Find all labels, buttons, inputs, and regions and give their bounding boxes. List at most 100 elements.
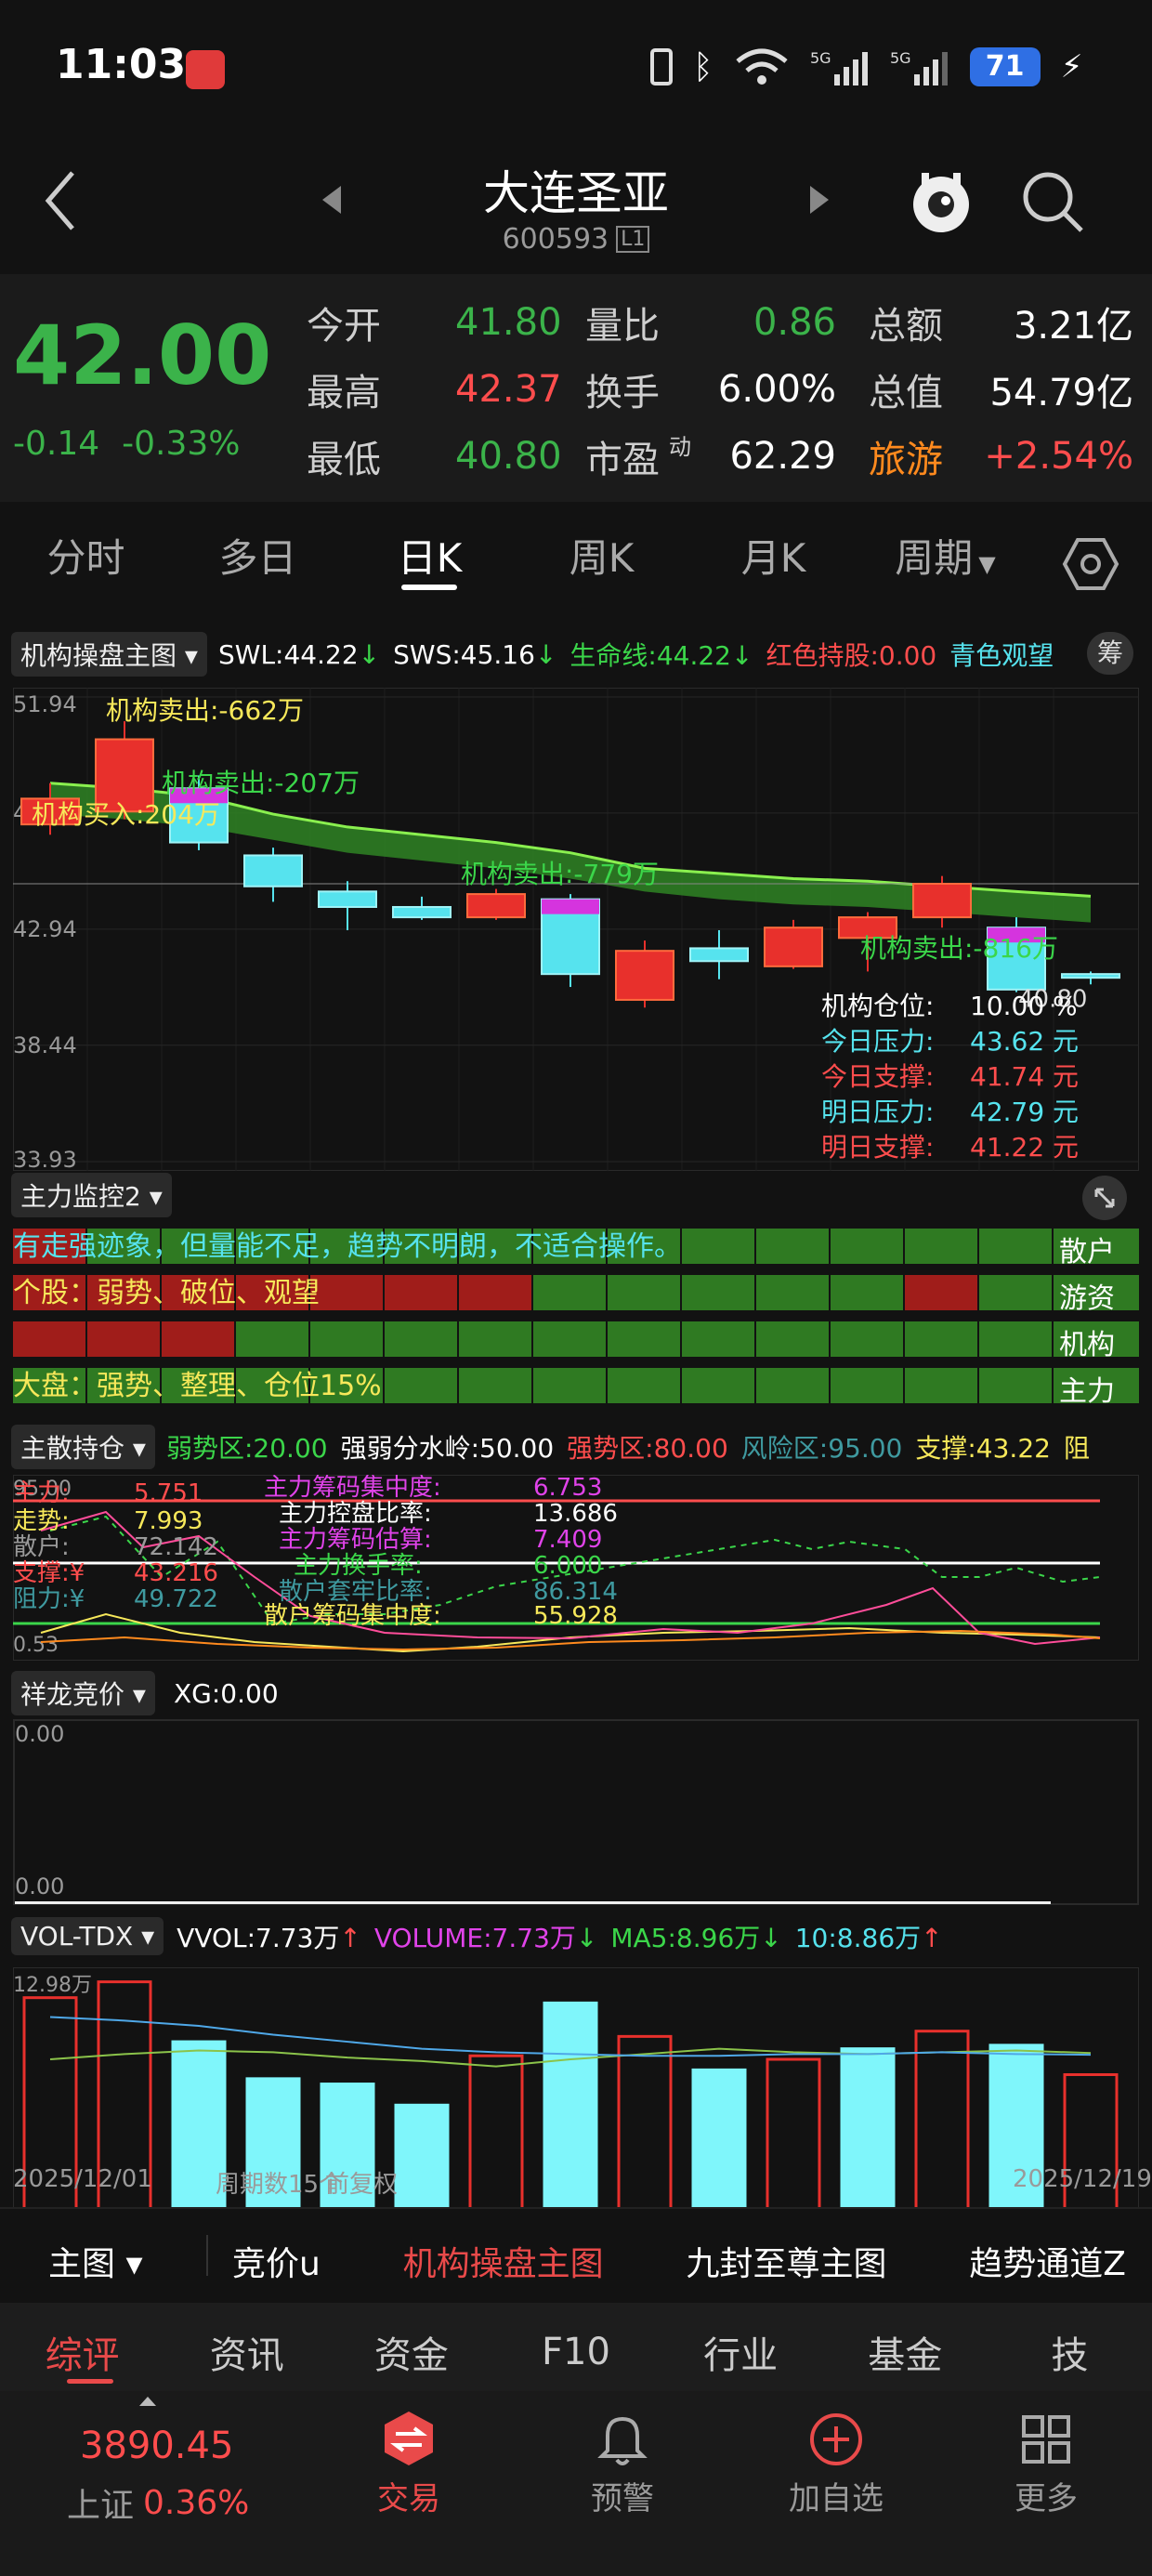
quote-field2-value: 6.00% <box>717 368 836 411</box>
institution-annotation: 机构卖出:-779万 <box>461 859 659 889</box>
tab-period-5[interactable]: 周期 ▼ <box>859 527 1031 584</box>
quote-field-label: 今开 <box>307 305 381 348</box>
back-icon[interactable] <box>41 167 78 232</box>
main-chart-header: 机构操盘主图 ▾ SWL:44.22↓ SWS:45.16↓ 生命线:44.22↓ 红… <box>11 632 1054 677</box>
main-indicator-dropdown[interactable]: 主图 ▾ <box>48 2237 143 2285</box>
info-label: 今日支撑: <box>821 1061 934 1092</box>
info-tab[interactable]: F10 <box>493 2331 658 2373</box>
legend-arrow: ↑ <box>339 1922 361 1953</box>
holding-indicator-select[interactable]: 主散持仓 ▾ <box>11 1425 155 1469</box>
monitor-cell <box>236 1321 308 1357</box>
chips-badge-button[interactable]: 筹 <box>1087 632 1133 675</box>
battery-icon: 71 <box>969 47 1041 86</box>
tab-label: 周K <box>569 535 635 581</box>
nav-alert[interactable]: 预警 <box>567 2410 678 2518</box>
next-stock-icon[interactable] <box>808 184 831 216</box>
monitor-cell <box>756 1321 829 1357</box>
indicator-option[interactable]: 九封至尊主图 <box>686 2237 886 2285</box>
volume-legend-item: MA5:8.96万↓ <box>610 1918 781 1955</box>
candlestick-chart[interactable]: 51.9447.4442.9438.4433.9340.80机构卖出:-662万… <box>13 688 1139 1171</box>
tab-period-4[interactable]: 月K <box>687 527 859 584</box>
app-notification-icon <box>186 50 225 89</box>
candle-body <box>318 890 377 908</box>
quote-field-row: 今开 41.80 <box>307 289 562 356</box>
volume-indicator-select[interactable]: VOL-TDX ▾ <box>11 1917 164 1955</box>
tab-period-0[interactable]: 分时 <box>0 527 172 584</box>
nav-add-watchlist[interactable]: 加自选 <box>771 2410 901 2518</box>
search-icon[interactable] <box>1018 167 1087 236</box>
signal-5g-icon: 5G <box>810 49 868 85</box>
holding-legend-item: 弱势区:20.00 <box>165 1433 328 1464</box>
monitor-cell <box>533 1368 606 1403</box>
indicator-option[interactable]: 机构操盘主图 <box>403 2237 604 2285</box>
monitor-indicator-select[interactable]: 主力监控2 ▾ <box>11 1173 172 1217</box>
sector-name[interactable]: 旅游 <box>869 429 962 483</box>
charging-icon: ⚡ <box>1060 48 1083 85</box>
info-tab[interactable]: 基金 <box>823 2325 988 2379</box>
expand-icon[interactable] <box>1081 1175 1128 1221</box>
prev-stock-icon[interactable] <box>321 184 343 216</box>
monitor-cell <box>756 1229 829 1264</box>
bottom-nav: 3890.45 上证 0.36% 交易 预警 加自选 更多 <box>0 2391 1152 2576</box>
volume-legend-item: VVOL:7.73万↑ <box>177 1918 361 1955</box>
bluetooth-icon: ᛒ <box>693 47 713 86</box>
holding-left-label: 走势: <box>13 1507 70 1535</box>
assistant-icon[interactable] <box>909 164 974 238</box>
status-icons: ᛒ 5G 5G 71 ⚡ <box>650 46 1082 87</box>
holding-right-value: 7.409 <box>533 1526 602 1554</box>
tab-period-3[interactable]: 周K <box>516 527 687 584</box>
indicator-option[interactable]: 竞价u <box>232 2237 321 2285</box>
legend-text: VOLUME:7.73万 <box>373 1922 576 1953</box>
nav-add-label: 加自选 <box>789 2480 884 2517</box>
monitor-cell <box>682 1275 754 1310</box>
tab-active-indicator <box>401 585 457 590</box>
volume-panel: VOL-TDX ▾ VVOL:7.73万↑ VOLUME:7.73万↓ MA5:8.… <box>0 1912 1152 2213</box>
holding-legend-item: 阻 <box>1063 1433 1090 1464</box>
info-tab[interactable]: 综评 <box>0 2325 164 2384</box>
footer-period-count: 周期数15个 <box>216 2171 344 2199</box>
nav-trade[interactable]: 交易 <box>353 2410 465 2518</box>
quote-field3-row: 总额 3.21亿 <box>869 289 1133 356</box>
institution-annotation: 机构买入:204万 <box>32 799 220 830</box>
monitor-cell <box>459 1321 531 1357</box>
monitor-cell <box>756 1368 829 1403</box>
legend-text: 生命线:44.22 <box>569 640 731 671</box>
info-tab-label: 资讯 <box>209 2334 284 2377</box>
quote-field2-row: 量比 0.86 <box>585 289 836 356</box>
main-legend-item: 生命线:44.22↓ <box>569 636 753 673</box>
bidding-indicator-select[interactable]: 祥龙竞价 ▾ <box>11 1671 155 1715</box>
quote-field2-label: 换手 <box>585 372 660 414</box>
settings-hex-icon[interactable] <box>1061 534 1120 594</box>
tab-period-2[interactable]: 日K <box>344 527 516 590</box>
main-legend-item: SWL:44.22↓ <box>218 639 380 670</box>
nav-more[interactable]: 更多 <box>990 2410 1102 2518</box>
index-name: 上证 <box>67 2487 135 2525</box>
info-value: 41.22 元 <box>970 1132 1079 1163</box>
monitor-cell <box>459 1368 531 1403</box>
info-tab[interactable]: 行业 <box>659 2325 823 2379</box>
legend-arrow: ↓ <box>358 638 381 670</box>
wifi-icon <box>735 48 788 85</box>
tab-label: 月K <box>740 535 806 581</box>
info-tab[interactable]: 技 <box>988 2325 1152 2379</box>
indicator-option[interactable]: 趋势通道Z <box>969 2237 1126 2285</box>
index-value[interactable]: 3890.45 <box>80 2425 233 2467</box>
holding-right-value: 6.000 <box>533 1552 602 1580</box>
price-change-row: -0.14 -0.33% <box>13 425 241 463</box>
quote-field-value: 42.37 <box>455 368 562 411</box>
volume-header: VOL-TDX ▾ VVOL:7.73万↑ VOLUME:7.73万↓ MA5:8.… <box>11 1917 943 1955</box>
footer-adjust: 前复权 <box>325 2171 399 2199</box>
tab-period-1[interactable]: 多日 <box>172 527 344 584</box>
info-value: 42.79 元 <box>970 1097 1079 1127</box>
info-tab[interactable]: 资金 <box>329 2325 493 2379</box>
holding-right-value: 6.753 <box>533 1475 602 1502</box>
legend-text: MA5:8.96万 <box>610 1922 761 1953</box>
y-axis-label: 51.94 <box>13 691 77 717</box>
info-tab[interactable]: 资讯 <box>164 2325 329 2379</box>
y-axis-label: 42.94 <box>13 916 77 942</box>
candle-body <box>1061 973 1120 979</box>
legend-text: SWS:45.16 <box>393 638 535 670</box>
holding-right-label: 主力换手率: <box>294 1552 423 1580</box>
main-indicator-select[interactable]: 机构操盘主图 ▾ <box>11 632 207 677</box>
quote-field3-value: 54.79亿 <box>989 372 1133 414</box>
